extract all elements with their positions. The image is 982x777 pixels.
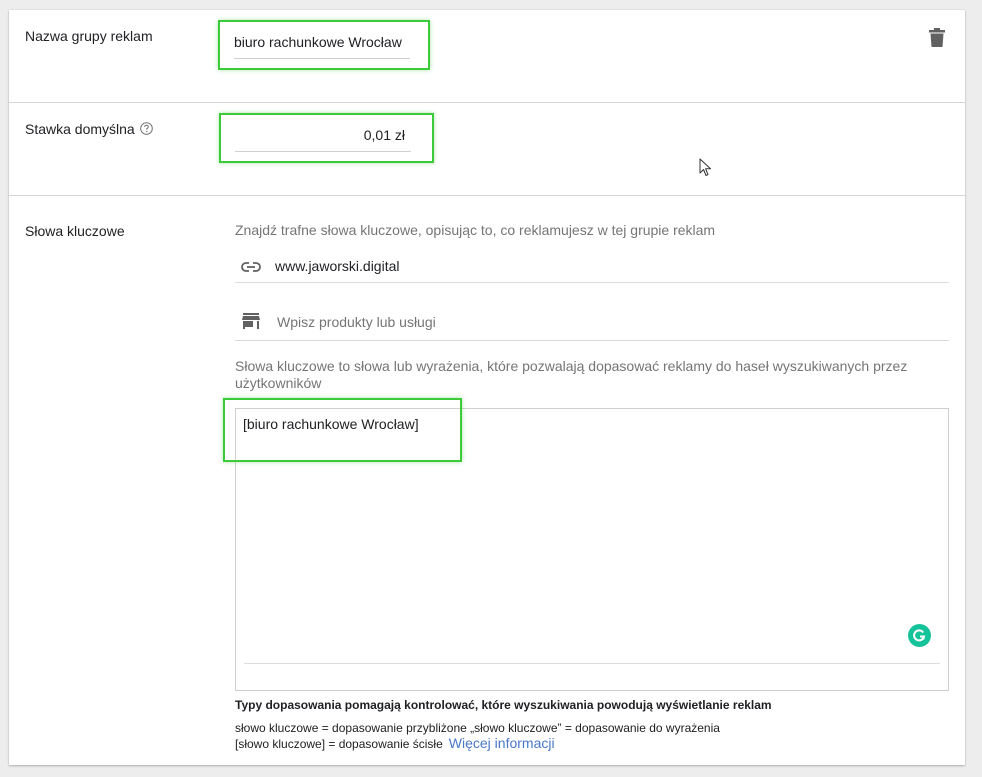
match-types-line-1: słowo kluczowe = dopasowanie przybliżone… xyxy=(235,721,720,735)
match-types-exact: [słowo kluczowe] = dopasowanie ścisłe xyxy=(235,737,443,751)
keywords-hint: Znajdź trafne słowa kluczowe, opisując t… xyxy=(235,222,716,238)
default-bid-input[interactable]: 0,01 zł xyxy=(235,127,411,152)
textarea-underline xyxy=(244,663,940,664)
products-input[interactable]: Wpisz produkty lub usługi xyxy=(277,314,436,330)
keywords-description: Słowa kluczowe to słowa lub wyrażenia, k… xyxy=(235,358,908,391)
store-icon xyxy=(242,313,260,334)
match-types-title: Typy dopasowania pomagają kontrolować, k… xyxy=(235,698,772,712)
default-bid-label-row: Stawka domyślna xyxy=(25,121,153,138)
website-underline xyxy=(235,282,949,283)
keywords-highlight: [biuro rachunkowe Wrocław] xyxy=(223,398,462,462)
ad-group-name-input[interactable]: biuro rachunkowe Wrocław xyxy=(234,34,410,59)
ad-group-name-section: Nazwa grupy reklam biuro rachunkowe Wroc… xyxy=(9,10,965,103)
more-info-link[interactable]: Więcej informacji xyxy=(449,735,555,751)
ad-group-name-value: biuro rachunkowe Wrocław xyxy=(234,34,402,50)
default-bid-highlight: 0,01 zł xyxy=(219,113,434,163)
keywords-textarea-value: [biuro rachunkowe Wrocław] xyxy=(243,416,419,432)
trash-icon[interactable] xyxy=(929,28,945,52)
help-circle-icon[interactable] xyxy=(139,122,153,138)
keywords-section: Słowa kluczowe Znajdź trafne słowa klucz… xyxy=(9,196,965,765)
default-bid-value: 0,01 zł xyxy=(363,127,405,143)
keywords-label: Słowa kluczowe xyxy=(25,223,125,239)
default-bid-section: Stawka domyślna 0,01 zł xyxy=(9,103,965,196)
website-url[interactable]: www.jaworski.digital xyxy=(275,258,399,274)
ad-group-card: Nazwa grupy reklam biuro rachunkowe Wroc… xyxy=(9,10,965,765)
grammarly-icon[interactable] xyxy=(908,624,931,647)
match-types-line-2: [słowo kluczowe] = dopasowanie ścisłe Wię… xyxy=(235,735,555,751)
products-underline xyxy=(235,340,949,341)
default-bid-label: Stawka domyślna xyxy=(25,121,135,137)
ad-group-name-label: Nazwa grupy reklam xyxy=(25,28,153,44)
link-icon xyxy=(241,259,261,277)
mouse-cursor-icon xyxy=(699,158,712,182)
ad-group-name-highlight: biuro rachunkowe Wrocław xyxy=(218,20,430,70)
